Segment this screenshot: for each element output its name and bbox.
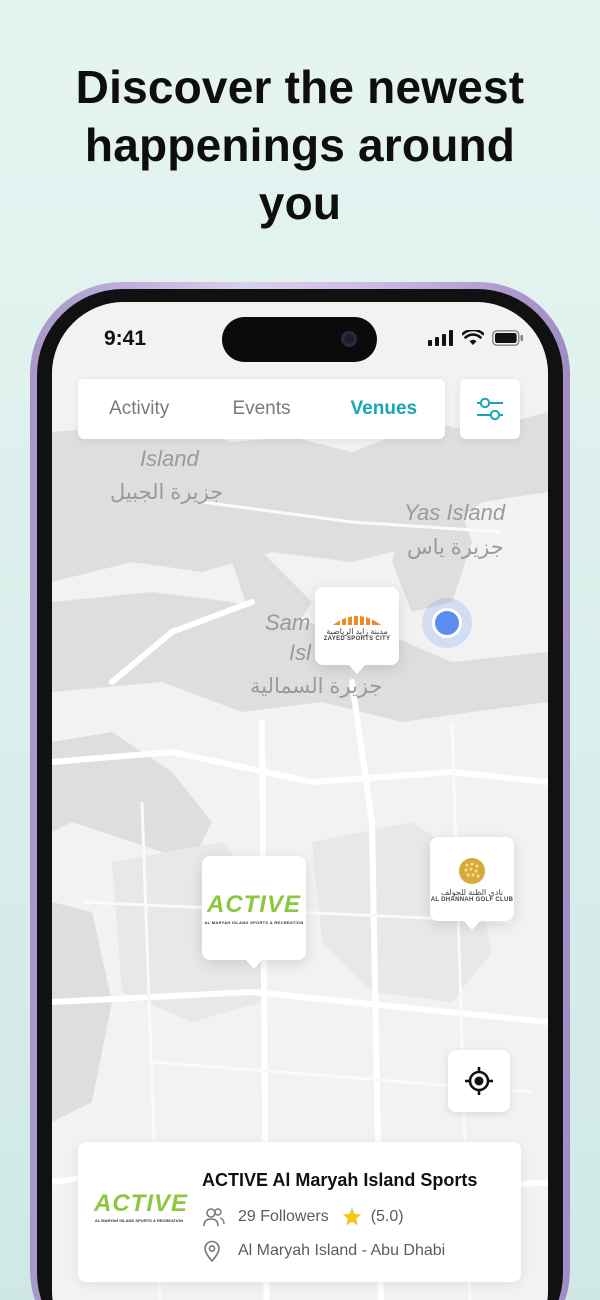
venue-name: ACTIVE Al Maryah Island Sports <box>202 1170 478 1190</box>
marker-al-dhannah-golf-club[interactable]: نادي الظنة للجولف AL DHANNAH GOLF CLUB <box>430 837 514 930</box>
map-label-sam: Sam <box>265 610 311 635</box>
crosshair-icon <box>465 1067 493 1095</box>
venue-location-row: Al Maryah Island - Abu Dhabi <box>202 1240 445 1262</box>
venue-rating: (5.0) <box>370 1208 404 1225</box>
venue-logo: ACTIVE AL MARYAH ISLAND SPORTS & RECREAT… <box>94 1190 189 1230</box>
headline-line-1: Discover the newest <box>75 61 525 113</box>
map-label-jubail-ar: جزيرة الجبيل <box>110 481 224 504</box>
signal-icon <box>428 330 453 346</box>
stadium-logo-icon <box>333 613 381 625</box>
marker-active-logo: ACTIVE <box>206 891 301 918</box>
venue-logo-text: ACTIVE <box>94 1190 189 1217</box>
venue-card[interactable]: ACTIVE AL MARYAH ISLAND SPORTS & RECREAT… <box>78 1142 521 1282</box>
venue-followers: 29 Followers <box>238 1208 329 1225</box>
map-label-island: Island <box>140 446 199 471</box>
wifi-icon <box>462 330 484 345</box>
status-icons <box>428 328 524 348</box>
venue-logo-sub: AL MARYAH ISLAND SPORTS & RECREATION <box>94 1218 184 1223</box>
venue-location: Al Maryah Island - Abu Dhabi <box>238 1242 446 1259</box>
headline-line-2: happenings around <box>84 119 516 171</box>
filter-button[interactable] <box>460 379 520 439</box>
map-label-yas-ar: جزيرة ياس <box>407 536 504 559</box>
marker-active-al-maryah[interactable]: ACTIVE AL MARYAH ISLAND SPORTS & RECREAT… <box>202 856 306 969</box>
category-tabs: Activity Events Venues <box>78 379 445 439</box>
marker-active-sub: AL MARYAH ISLAND SPORTS & RECREATION <box>204 920 304 925</box>
headline: Discover the newest happenings around yo… <box>0 58 600 232</box>
followers-icon <box>202 1206 228 1228</box>
marker-dhannah-caption: AL DHANNAH GOLF CLUB <box>430 896 514 903</box>
golf-ball-logo-icon <box>459 857 485 884</box>
marker-zayed-sports-city[interactable]: مدينة زايد الرياضية ZAYED SPORTS CITY <box>315 587 399 674</box>
tab-activity[interactable]: Activity <box>78 398 200 420</box>
tab-events[interactable]: Events <box>200 398 322 420</box>
marker-zayed-ar: مدينة زايد الرياضية <box>326 626 388 636</box>
location-pin-icon <box>202 1240 228 1262</box>
phone-screen: 9:41 Activity Events Venues Island جزيرة… <box>52 302 548 1300</box>
star-icon <box>341 1206 367 1228</box>
sliders-icon <box>477 397 503 421</box>
tab-venues[interactable]: Venues <box>323 398 445 420</box>
dynamic-island <box>222 317 377 362</box>
current-location-dot <box>422 598 472 648</box>
marker-dhannah-ar: نادي الظنة للجولف <box>441 887 503 897</box>
map-label-yas: Yas Island <box>404 500 506 525</box>
headline-line-3: you <box>258 177 342 229</box>
marker-zayed-caption: ZAYED SPORTS CITY <box>323 635 391 642</box>
map-label-isl: Isl <box>289 640 311 665</box>
map-label-samaliya-ar: جزيرة السمالية <box>250 675 383 698</box>
camera-icon <box>341 331 357 347</box>
locate-me-button[interactable] <box>448 1050 510 1112</box>
battery-icon <box>492 330 523 346</box>
venue-followers-row: 29 Followers (5.0) <box>202 1206 404 1228</box>
status-time: 9:41 <box>104 327 147 350</box>
